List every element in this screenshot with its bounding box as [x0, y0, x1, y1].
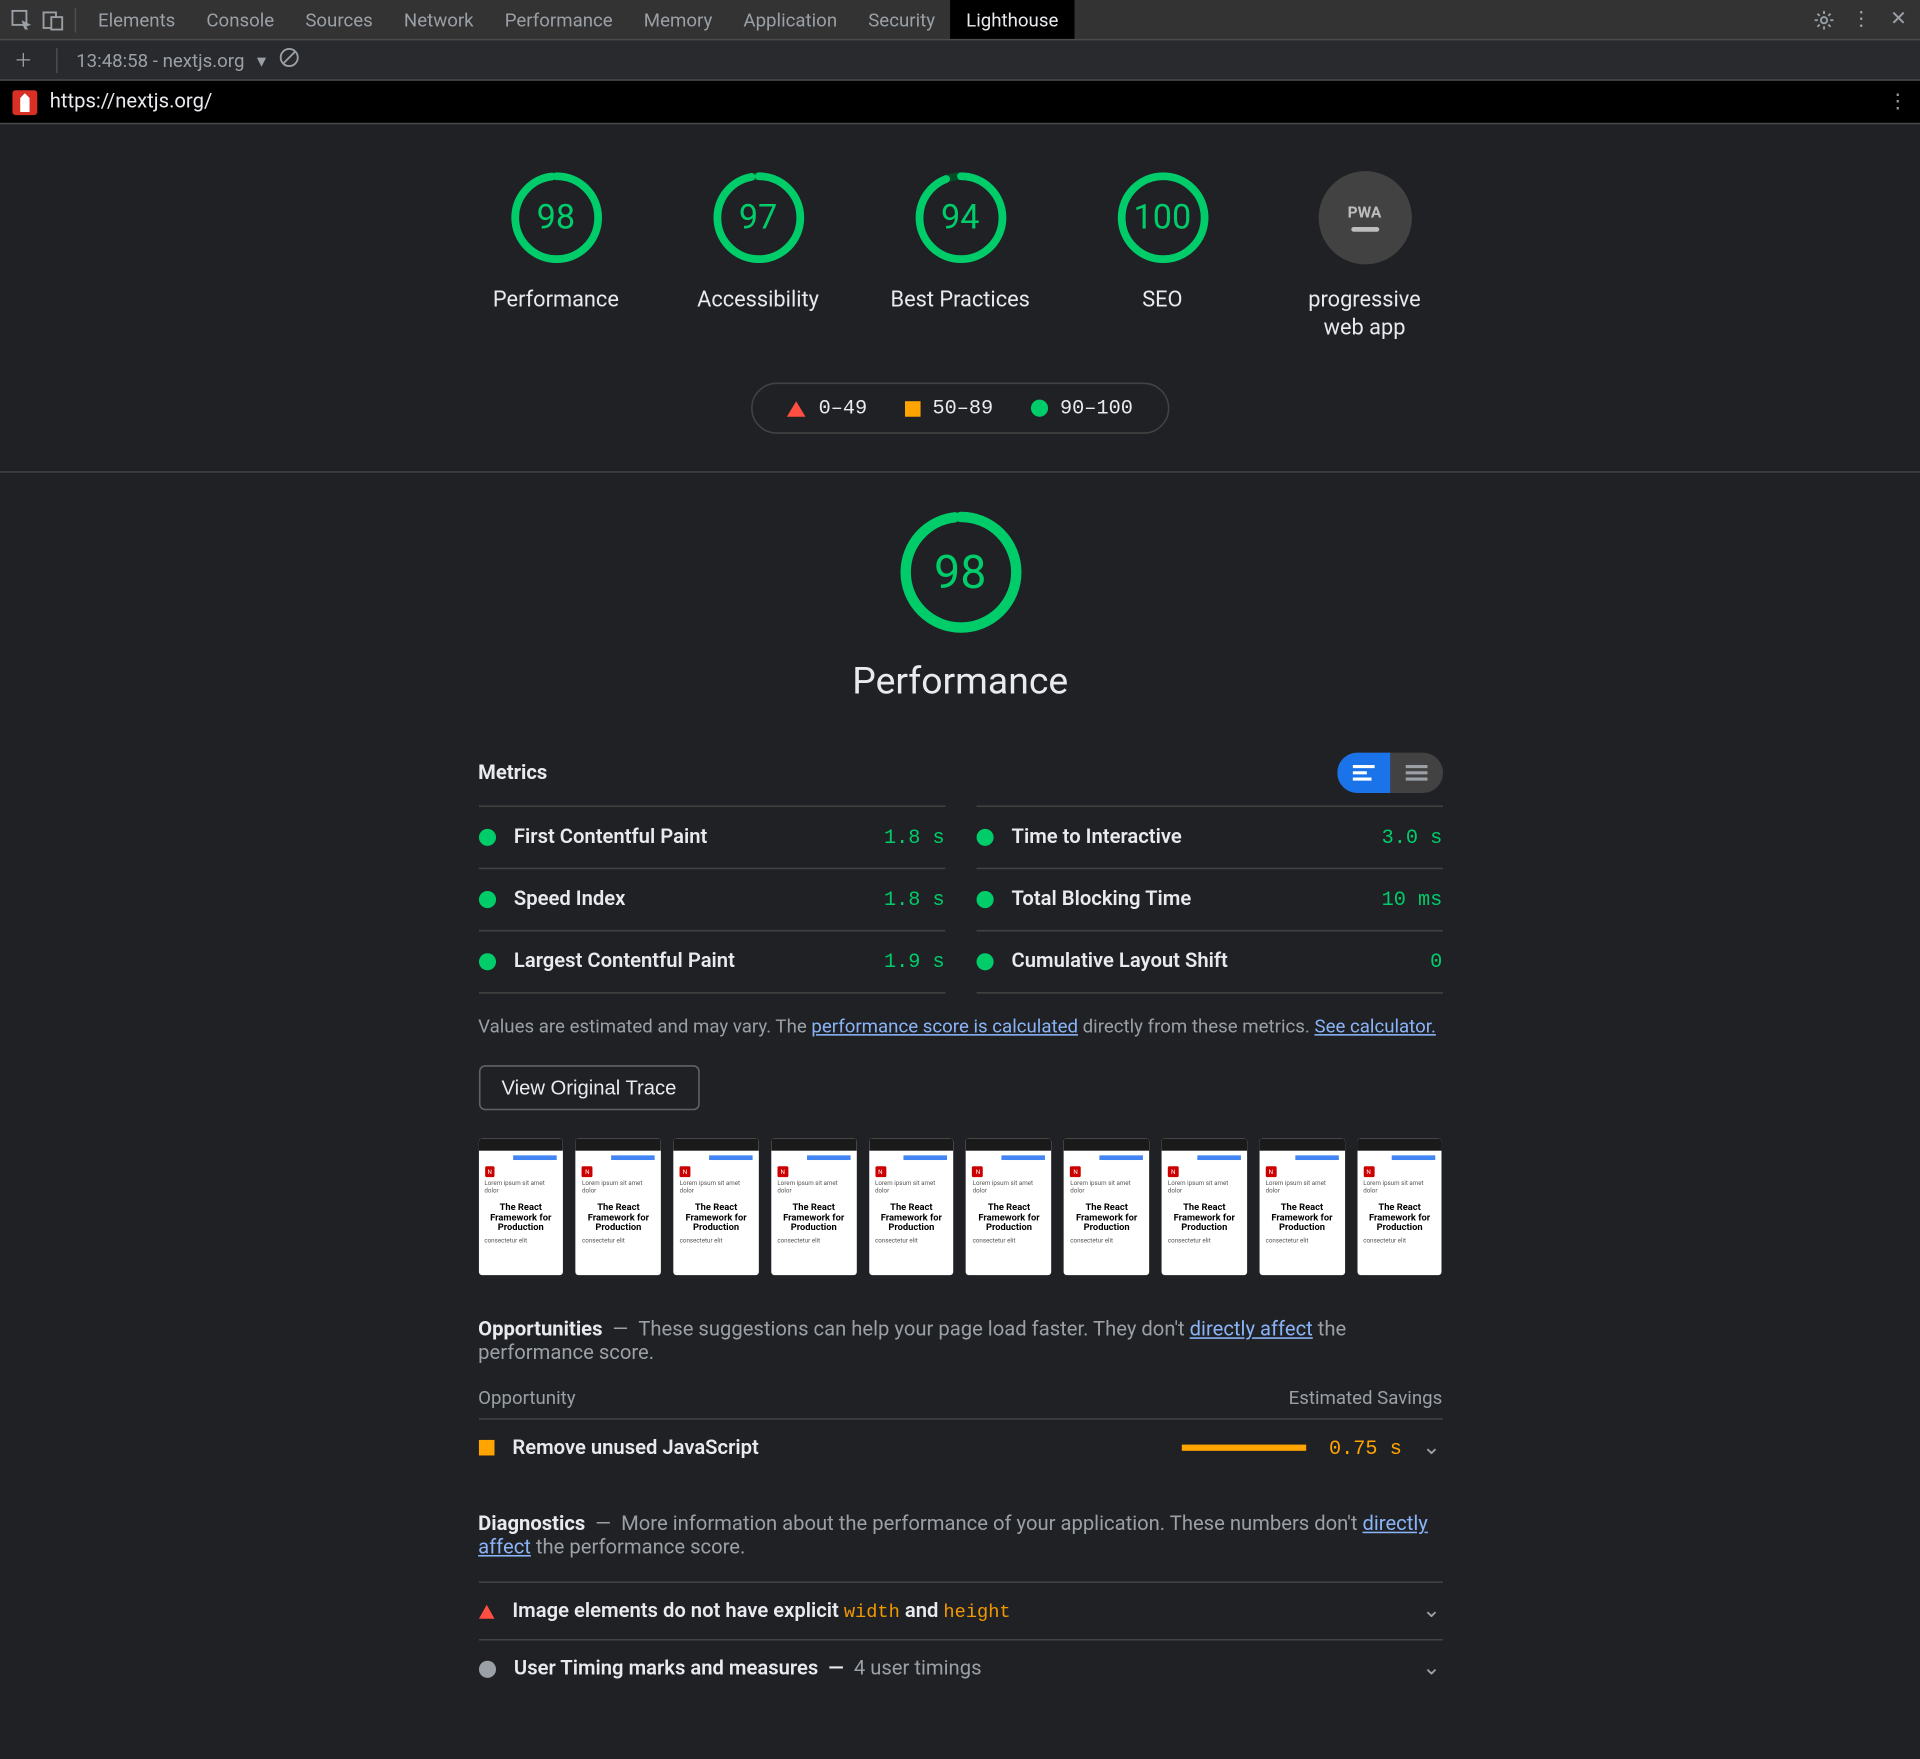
filmstrip-frame[interactable]: NLorem ipsum sit amet dolorThe React Fra… [1259, 1139, 1344, 1276]
url-bar: https://nextjs.org/ ⋮ [0, 81, 1920, 125]
category-score: 98 [898, 511, 1022, 635]
metric-si[interactable]: Speed Index1.8 s [478, 868, 945, 930]
filmstrip-frame[interactable]: NLorem ipsum sit amet dolorThe React Fra… [966, 1139, 1051, 1276]
dot-green-icon [976, 829, 993, 846]
new-report-button[interactable]: ＋ [9, 46, 37, 74]
filmstrip-frame[interactable]: NLorem ipsum sit amet dolorThe React Fra… [1162, 1139, 1247, 1276]
tab-performance[interactable]: Performance [489, 0, 628, 39]
dot-green-icon [478, 892, 495, 909]
dot-green-icon [478, 954, 495, 971]
tab-memory[interactable]: Memory [628, 0, 728, 39]
gauge-label: progressive web app [1295, 286, 1435, 343]
filmstrip-frame[interactable]: NLorem ipsum sit amet dolorThe React Fra… [673, 1139, 758, 1276]
legend-range-fail: 0–49 [819, 397, 868, 420]
filmstrip-frame[interactable]: NLorem ipsum sit amet dolorThe React Fra… [576, 1139, 661, 1276]
opportunities-table-header: Opportunity Estimated Savings [478, 1388, 1442, 1421]
gauge-score: 94 [914, 171, 1007, 264]
metric-lcp[interactable]: Largest Contentful Paint1.9 s [478, 930, 945, 994]
category-title: Performance [852, 660, 1068, 704]
pwa-badge-icon: PWA [1318, 171, 1411, 264]
square-orange-icon [478, 1441, 494, 1457]
legend-range-avg: 50–89 [933, 397, 994, 420]
diagnostic-row[interactable]: Image elements do not have explicit widt… [478, 1582, 1442, 1640]
dot-green-icon [976, 892, 993, 909]
dot-gray-icon [478, 1661, 495, 1678]
screenshot-filmstrip: NLorem ipsum sit amet dolorThe React Fra… [478, 1139, 1442, 1276]
filmstrip-frame[interactable]: NLorem ipsum sit amet dolorThe React Fra… [478, 1139, 563, 1276]
tab-security[interactable]: Security [853, 0, 951, 39]
diagnostic-row[interactable]: User Timing marks and measures — 4 user … [478, 1640, 1442, 1698]
metrics-disclaimer: Values are estimated and may vary. The p… [478, 1013, 1442, 1041]
filmstrip-frame[interactable]: NLorem ipsum sit amet dolorThe React Fra… [1064, 1139, 1149, 1276]
report-timestamp[interactable]: 13:48:58 - nextjs.org [76, 49, 244, 71]
triangle-red-icon [478, 1605, 494, 1619]
legend-range-pass: 90–100 [1060, 397, 1133, 420]
view-toggle-expanded[interactable] [1389, 753, 1442, 793]
metric-fcp[interactable]: First Contentful Paint1.8 s [478, 806, 945, 868]
tab-elements[interactable]: Elements [82, 0, 190, 39]
dot-green-icon [478, 829, 495, 846]
link-see-calculator[interactable]: See calculator. [1314, 1016, 1435, 1038]
dot-green-icon [976, 954, 993, 971]
filmstrip-frame[interactable]: NLorem ipsum sit amet dolorThe React Fra… [869, 1139, 954, 1276]
devtools-tabs: Elements Console Sources Network Perform… [82, 0, 1073, 39]
gauge-score: 97 [711, 171, 804, 264]
tab-application[interactable]: Application [728, 0, 853, 39]
filmstrip-frame[interactable]: NLorem ipsum sit amet dolorThe React Fra… [771, 1139, 856, 1276]
view-toggle-collapsed[interactable] [1337, 753, 1390, 793]
link-directly-affect[interactable]: directly affect [1190, 1319, 1313, 1342]
metrics-view-toggle [1337, 753, 1443, 793]
metric-tbt[interactable]: Total Blocking Time10 ms [976, 868, 1443, 930]
device-toggle-icon[interactable] [37, 4, 68, 35]
clear-icon[interactable] [279, 47, 301, 73]
lighthouse-icon [12, 89, 37, 114]
score-gauges: 98 Performance 97 Accessibility 94 Best … [0, 124, 1920, 358]
opportunity-row[interactable]: Remove unused JavaScript 0.75 s ⌄ [478, 1420, 1442, 1476]
kebab-menu-icon[interactable]: ⋮ [1846, 4, 1877, 35]
chevron-down-icon[interactable]: ⌄ [1420, 1657, 1442, 1682]
gauge-best-practices[interactable]: 94 Best Practices [890, 171, 1030, 343]
tab-sources[interactable]: Sources [290, 0, 389, 39]
devtools-toolbar: Elements Console Sources Network Perform… [0, 0, 1920, 40]
triangle-red-icon [788, 401, 807, 417]
gauge-performance[interactable]: 98 Performance [486, 171, 626, 343]
diagnostics-heading: Diagnostics — More information about the… [478, 1514, 1442, 1561]
category-header-performance: 98 Performance [0, 473, 1920, 722]
close-icon[interactable]: ✕ [1883, 4, 1914, 35]
lighthouse-report: 98 Performance 97 Accessibility 94 Best … [0, 124, 1920, 1759]
square-orange-icon [905, 401, 921, 417]
link-score-calculated[interactable]: performance score is calculated [811, 1016, 1078, 1038]
report-menu-icon[interactable]: ⋮ [1888, 90, 1908, 113]
gear-icon[interactable] [1808, 4, 1839, 35]
gauge-pwa[interactable]: PWA progressive web app [1295, 171, 1435, 343]
gauge-label: Best Practices [891, 286, 1030, 314]
tab-console[interactable]: Console [191, 0, 290, 39]
chevron-down-icon[interactable]: ⌄ [1420, 1599, 1442, 1624]
gauge-label: Performance [493, 286, 619, 314]
lighthouse-subtoolbar: ＋ 13:48:58 - nextjs.org ▾ [0, 40, 1920, 80]
gauge-label: Accessibility [697, 286, 819, 314]
dot-green-icon [1031, 400, 1048, 417]
gauge-score: 98 [509, 171, 602, 264]
metrics-heading: Metrics [478, 762, 547, 785]
metrics-grid: First Contentful Paint1.8 s Speed Index1… [478, 806, 1442, 994]
metric-cls[interactable]: Cumulative Layout Shift0 [976, 930, 1443, 994]
view-trace-button[interactable]: View Original Trace [478, 1066, 700, 1111]
gauge-accessibility[interactable]: 97 Accessibility [688, 171, 828, 343]
chevron-down-icon[interactable]: ⌄ [1420, 1436, 1442, 1461]
gauge-score: 100 [1116, 171, 1209, 264]
tab-network[interactable]: Network [388, 0, 489, 39]
gauge-label: SEO [1142, 286, 1182, 314]
page-url: https://nextjs.org/ [50, 90, 213, 113]
inspect-element-icon[interactable] [6, 4, 37, 35]
metric-tti[interactable]: Time to Interactive3.0 s [976, 806, 1443, 868]
score-legend: 0–49 50–89 90–100 [752, 383, 1169, 434]
opportunities-heading: Opportunities — These suggestions can he… [478, 1319, 1442, 1366]
gauge-seo[interactable]: 100 SEO [1092, 171, 1232, 343]
filmstrip-frame[interactable]: NLorem ipsum sit amet dolorThe React Fra… [1357, 1139, 1442, 1276]
chevron-down-icon[interactable]: ▾ [257, 49, 266, 71]
tab-lighthouse[interactable]: Lighthouse [951, 0, 1074, 39]
